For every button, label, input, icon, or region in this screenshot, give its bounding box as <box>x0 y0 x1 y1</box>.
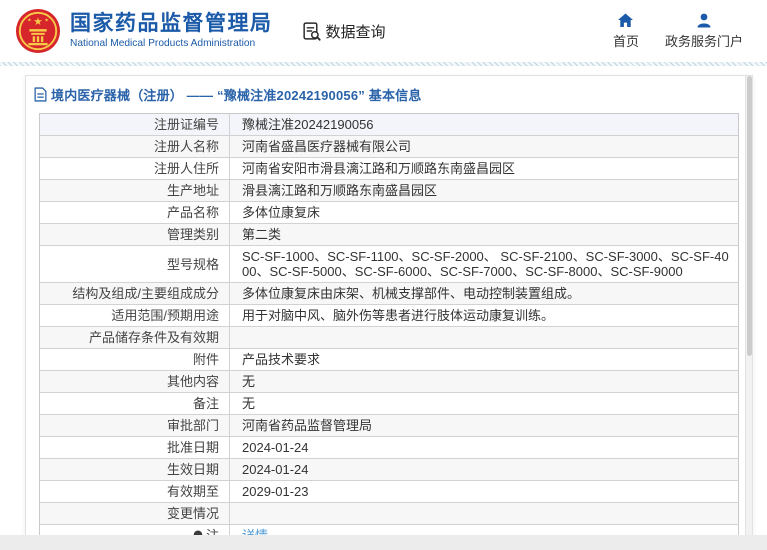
svg-text:★: ★ <box>27 17 31 23</box>
table-row: 其他内容无 <box>40 371 738 393</box>
nmpa-logo[interactable]: ★ ★ ★ 国家药品监督管理局 National Medical Product… <box>15 8 273 54</box>
table-row: 有效期至 2029-01-23 <box>40 481 738 503</box>
row-label: 备注 <box>40 393 230 414</box>
row-value: 无 <box>242 396 256 411</box>
row-value: 多体位康复床由床架、机械支撑部件、电动控制装置组成。 <box>242 286 581 301</box>
row-label: 注册人名称 <box>40 136 230 157</box>
org-name-zh: 国家药品监督管理局 <box>70 12 273 35</box>
row-value: 无 <box>242 374 256 389</box>
row-label: 附件 <box>40 349 230 370</box>
vertical-scrollbar[interactable] <box>745 76 752 550</box>
row-value: 滑县漓江路和万顺路东南盛昌园区 <box>242 183 438 198</box>
nav-home-label: 首页 <box>612 33 639 49</box>
table-row: 注册人住所 河南省安阳市滑县漓江路和万顺路东南盛昌园区 <box>40 158 738 180</box>
row-value: 2024-01-24 <box>242 440 309 455</box>
data-query-label: 数据查询 <box>325 23 386 41</box>
nav-portal[interactable]: 政务服务门户 <box>665 13 743 50</box>
table-row: 批准日期 2024-01-24 <box>40 437 738 459</box>
table-row: 管理类别 第二类 <box>40 224 738 246</box>
row-value: 第二类 <box>242 227 282 242</box>
row-label: 适用范围/预期用途 <box>40 305 230 326</box>
table-row: 审批部门 河南省药品监督管理局 <box>40 415 738 437</box>
scrollbar-thumb[interactable] <box>747 76 752 357</box>
detail-table: 注册证编号 豫械注准20242190056 注册人名称 河南省盛昌医疗器械有限公司 注册… <box>39 113 739 547</box>
header-nav: 首页 政务服务门户 <box>613 13 747 50</box>
row-value: 河南省药品监督管理局 <box>242 418 373 433</box>
row-label: 结构及组成/主要组成成分 <box>40 283 230 304</box>
row-label: 产品储存条件及有效期 <box>40 327 230 348</box>
org-name-en: National Medical Products Administration <box>70 38 256 49</box>
table-row: 结构及组成/主要组成成分 多体位康复床由床架、机械支撑部件、电动控制装置组成。 <box>40 283 738 305</box>
footer-band <box>0 535 767 550</box>
home-icon <box>618 13 634 27</box>
row-label: 审批部门 <box>40 415 230 436</box>
site-header: ★ ★ ★ 国家药品监督管理局 National Medical Product… <box>0 0 767 62</box>
page-icon <box>34 87 47 102</box>
row-value: 多体位康复床 <box>242 205 321 220</box>
breadcrumb: 境内医疗器械（注册） —— “豫械注准20242190056” 基本信息 <box>26 76 752 111</box>
row-value: SC-SF-1000、SC-SF-1100、SC-SF-2000、 SC-SF-… <box>242 249 729 279</box>
row-value <box>230 327 738 348</box>
row-label: 注册证编号 <box>40 114 230 135</box>
data-query-section[interactable]: 数据查询 <box>301 21 386 42</box>
table-row: 适用范围/预期用途 用于对脑中风、脑外伤等患者进行肢体运动康复训练。 <box>40 305 738 327</box>
row-value: 豫械注准20242190056 <box>242 117 374 132</box>
row-label: 批准日期 <box>40 437 230 458</box>
document-search-icon <box>302 21 321 41</box>
row-label: 变更情况 <box>40 503 230 524</box>
row-value <box>230 503 738 524</box>
row-label: 管理类别 <box>40 224 230 245</box>
row-value: 2029-01-23 <box>242 484 309 499</box>
row-value: 用于对脑中风、脑外伤等患者进行肢体运动康复训练。 <box>242 308 555 323</box>
nav-home[interactable]: 首页 <box>613 13 639 50</box>
row-label: 产品名称 <box>40 202 230 223</box>
row-label: 生产地址 <box>40 180 230 201</box>
breadcrumb-text: 境内医疗器械（注册） —— “豫械注准20242190056” 基本信息 <box>51 88 422 103</box>
national-emblem-icon: ★ ★ ★ <box>15 8 61 54</box>
table-row: 注册人名称 河南省盛昌医疗器械有限公司 <box>40 136 738 158</box>
person-icon <box>697 13 711 27</box>
content-container: 境内医疗器械（注册） —— “豫械注准20242190056” 基本信息 注册证… <box>25 75 753 550</box>
org-names: 国家药品监督管理局 National Medical Products Admi… <box>70 12 273 50</box>
row-label: 有效期至 <box>40 481 230 502</box>
row-value: 河南省安阳市滑县漓江路和万顺路东南盛昌园区 <box>242 161 516 176</box>
row-label: 其他内容 <box>40 371 230 392</box>
table-row: 生产地址 滑县漓江路和万顺路东南盛昌园区 <box>40 180 738 202</box>
row-value: 2024-01-24 <box>242 462 309 477</box>
svg-text:★: ★ <box>44 17 48 23</box>
table-row: 备注无 <box>40 393 738 415</box>
table-row: 产品名称 多体位康复床 <box>40 202 738 224</box>
svg-text:★: ★ <box>33 16 42 28</box>
table-row: 生效日期 2024-01-24 <box>40 459 738 481</box>
nav-portal-label: 政务服务门户 <box>664 33 743 49</box>
table-row: 注册证编号 豫械注准20242190056 <box>40 114 738 136</box>
row-label: 型号规格 <box>40 246 230 282</box>
row-value: 河南省盛昌医疗器械有限公司 <box>242 139 412 154</box>
row-label: 注册人住所 <box>40 158 230 179</box>
table-row: 附件 产品技术要求 <box>40 349 738 371</box>
main-area: 境内医疗器械（注册） —— “豫械注准20242190056” 基本信息 注册证… <box>0 66 767 550</box>
row-label: 生效日期 <box>40 459 230 480</box>
table-row: 产品储存条件及有效期 <box>40 327 738 349</box>
row-value: 产品技术要求 <box>242 352 321 367</box>
table-row: 变更情况 <box>40 503 738 525</box>
table-row: 型号规格 SC-SF-1000、SC-SF-1100、SC-SF-2000、 SC… <box>40 246 738 283</box>
